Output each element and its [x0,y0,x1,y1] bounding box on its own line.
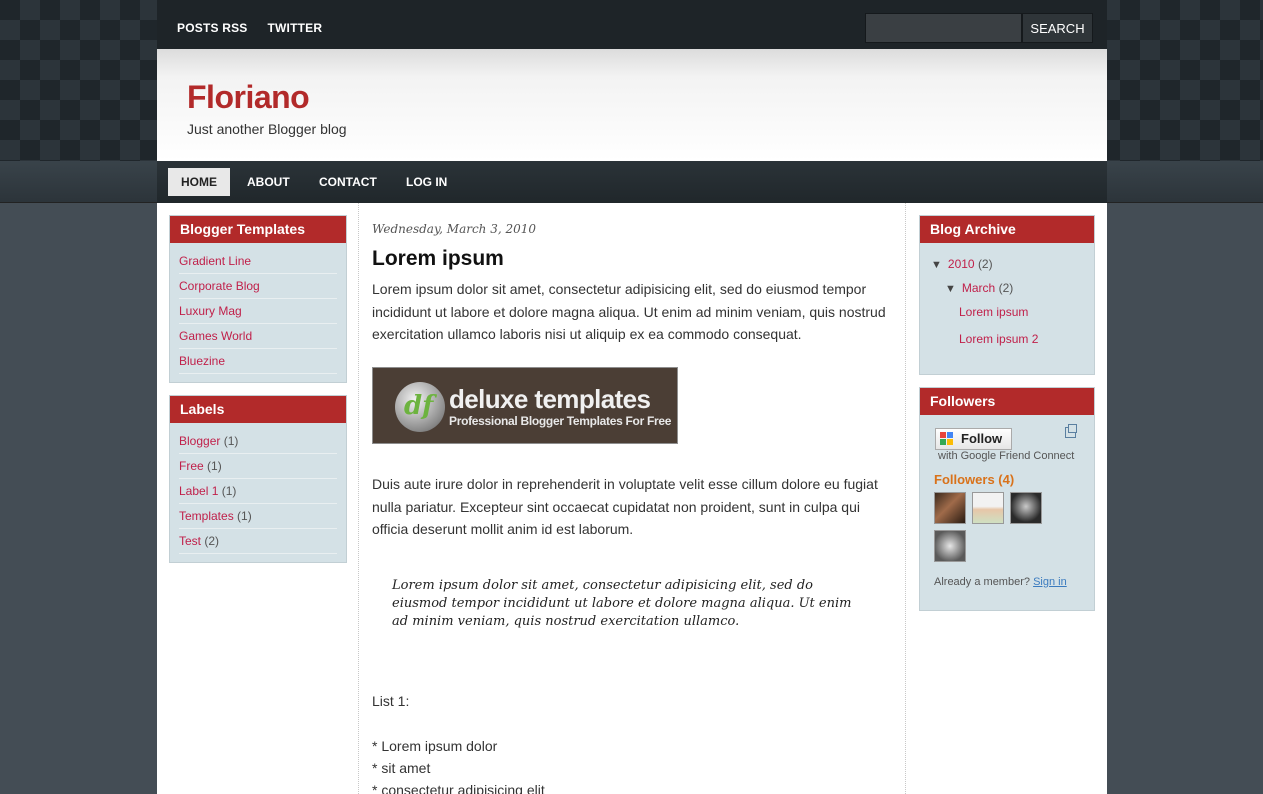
widget-title: Labels [170,396,346,423]
follower-avatar[interactable] [972,492,1004,524]
label-count: (1) [237,509,252,523]
nav-about[interactable]: ABOUT [247,168,290,196]
post-paragraph: Duis aute irure dolor in reprehenderit i… [372,476,878,537]
template-link[interactable]: Games World [179,329,252,343]
follower-avatar[interactable] [934,492,966,524]
df-logo-icon: df [395,382,445,432]
label-link[interactable]: Label 1 [179,484,218,498]
archive-year-count: (2) [977,257,993,271]
follower-avatar[interactable] [1010,492,1042,524]
member-prompt: Already a member? Sign in [934,576,1067,588]
nav-home[interactable]: HOME [168,168,230,196]
label-count: (1) [221,484,237,498]
left-column-divider [358,203,359,794]
post-blockquote: Lorem ipsum dolor sit amet, consectetur … [392,578,852,629]
popout-icon[interactable] [1065,424,1077,438]
archive-month-count: (2) [998,281,1014,295]
label-link[interactable]: Templates [179,509,234,523]
list-item: Label 1 (1) [179,479,337,504]
gfc-caption: with Google Friend Connect [938,450,1075,462]
list-item: Corporate Blog [179,274,337,299]
archive-post-row: Lorem ipsum [959,305,1028,319]
post-paragraph: Lorem ipsum dolor sit amet, consectetur … [372,281,886,342]
list-item: * consectetur adipisicing elit [372,782,545,794]
templates-list: Gradient Line Corporate Blog Luxury Mag … [170,243,346,374]
list-item: * sit amet [372,760,431,776]
labels-widget: Labels Blogger (1) Free (1) Label 1 (1) … [169,395,347,563]
post-title[interactable]: Lorem ipsum [372,247,504,271]
list-item: Test (2) [179,529,337,554]
label-count: (2) [204,534,220,548]
label-count: (1) [223,434,239,448]
template-link[interactable]: Corporate Blog [179,279,260,293]
labels-list: Blogger (1) Free (1) Label 1 (1) Templat… [170,423,346,554]
followers-widget: Followers Follow with Google Friend Conn… [919,387,1095,611]
followers-count: Followers (4) [934,472,1015,487]
sign-in-link[interactable]: Sign in [1033,576,1067,588]
expand-triangle-icon[interactable]: ▼ [945,283,956,295]
search-button[interactable]: SEARCH [1022,13,1093,43]
archive-post-link[interactable]: Lorem ipsum [959,305,1028,319]
archive-month-row: ▼ March (2) [945,281,1013,295]
expand-triangle-icon[interactable]: ▼ [931,259,942,271]
widget-title: Blog Archive [920,216,1094,243]
blog-archive-widget: Blog Archive ▼ 2010 (2) ▼ March (2) Lorem … [919,215,1095,375]
google-friend-connect-icon [940,432,954,446]
twitter-link[interactable]: TWITTER [267,21,322,35]
posts-rss-link[interactable]: POSTS RSS [177,21,247,35]
widget-title: Followers [920,388,1094,415]
list-item: * Lorem ipsum dolor [372,738,498,754]
content-wrapper: Blogger Templates Gradient Line Corporat… [157,203,1107,794]
list-item: Luxury Mag [179,299,337,324]
blogger-templates-widget: Blogger Templates Gradient Line Corporat… [169,215,347,383]
archive-post-row: Lorem ipsum 2 [959,332,1038,346]
nav-log-in[interactable]: LOG IN [406,168,447,196]
archive-year-link[interactable]: 2010 [948,257,975,271]
archive-post-link[interactable]: Lorem ipsum 2 [959,332,1038,346]
member-text: Already a member? [934,576,1030,588]
post-date: Wednesday, March 3, 2010 [372,222,537,236]
template-link[interactable]: Bluezine [179,354,225,368]
blog-title[interactable]: Floriano [187,79,310,116]
list-item: Gradient Line [179,249,337,274]
right-column-divider [905,203,906,794]
main-nav: HOME ABOUT CONTACT LOG IN [157,161,1107,203]
template-link[interactable]: Luxury Mag [179,304,242,318]
template-link[interactable]: Gradient Line [179,254,251,268]
widget-title: Blogger Templates [170,216,346,243]
search-input[interactable] [865,13,1022,43]
list-item: Templates (1) [179,504,337,529]
blog-description: Just another Blogger blog [187,121,347,137]
deluxe-templates-banner[interactable]: df deluxe templates Professional Blogger… [372,367,678,444]
list-item: Blogger (1) [179,429,337,454]
nav-contact[interactable]: CONTACT [319,168,377,196]
list-title: List 1: [372,693,410,709]
blog-header: Floriano Just another Blogger blog [157,49,1107,161]
banner-logo-text: df [404,391,434,421]
list-item: Games World [179,324,337,349]
top-links: POSTS RSS TWITTER [177,21,322,35]
list-item: Free (1) [179,454,337,479]
follow-button-label: Follow [961,431,1003,446]
label-link[interactable]: Blogger [179,434,220,448]
label-count: (1) [207,459,222,473]
label-link[interactable]: Free [179,459,204,473]
banner-main-text: deluxe templates [449,384,651,414]
follow-button[interactable]: Follow [935,428,1012,450]
archive-month-link[interactable]: March [962,281,995,295]
label-link[interactable]: Test [179,534,201,548]
top-bar: POSTS RSS TWITTER SEARCH [157,0,1107,49]
follower-avatar[interactable] [934,530,966,562]
banner-sub-text: Professional Blogger Templates For Free [449,414,672,428]
list-item: Bluezine [179,349,337,374]
archive-year-row: ▼ 2010 (2) [931,257,993,271]
